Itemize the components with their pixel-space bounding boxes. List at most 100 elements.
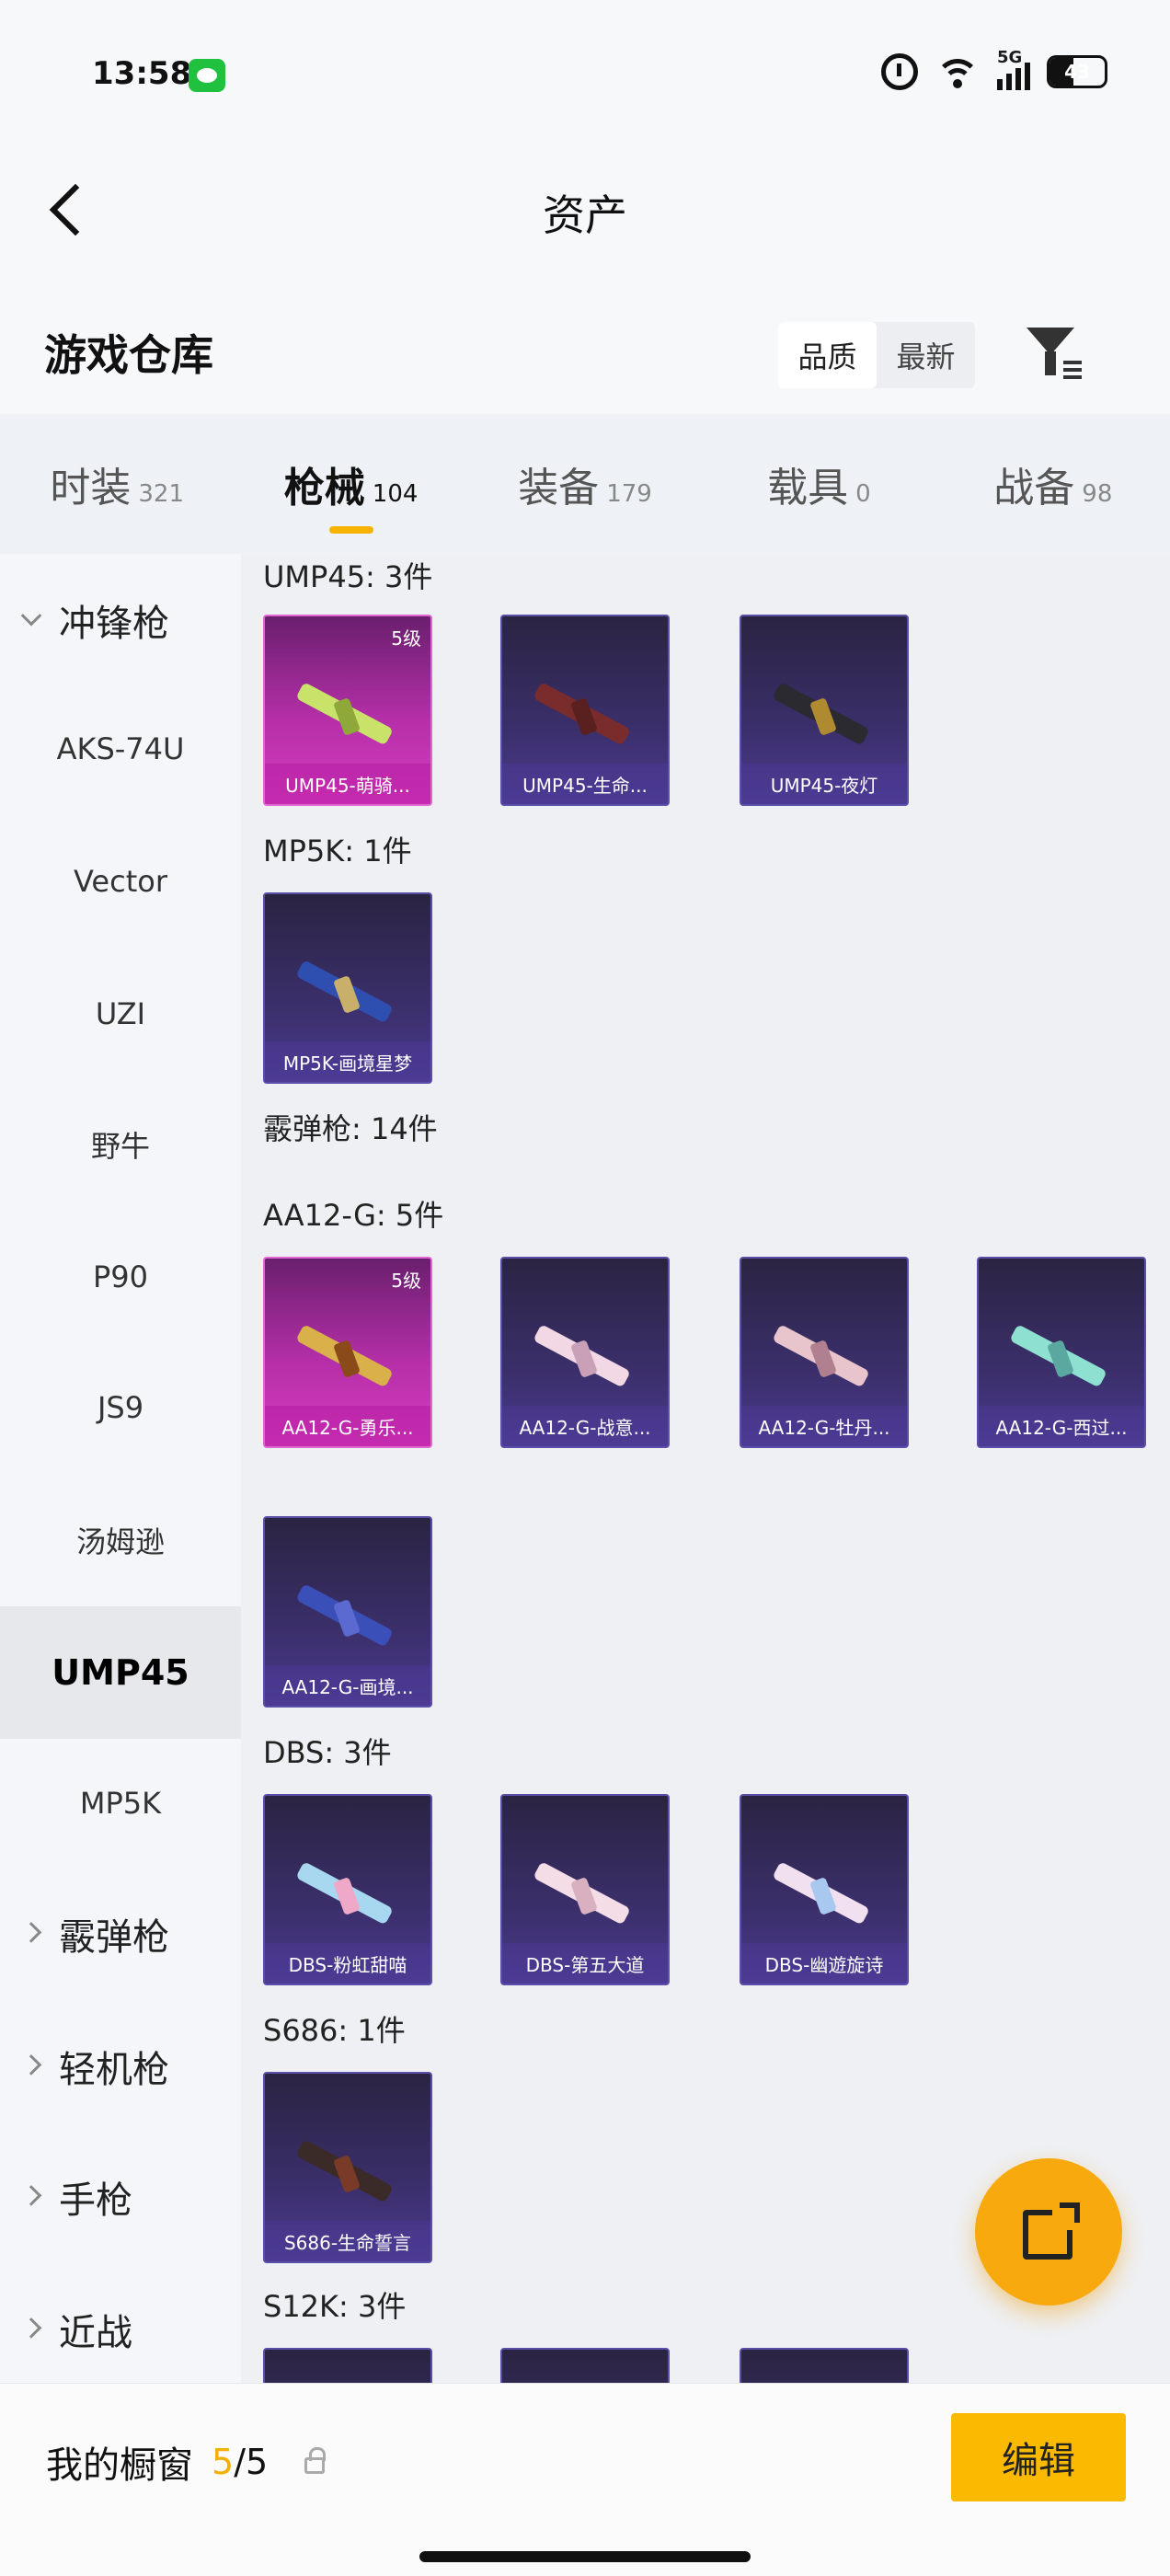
home-indicator: [419, 2551, 751, 2562]
showcase-current: 5: [212, 2442, 235, 2482]
side-item-js9[interactable]: JS9: [0, 1341, 241, 1474]
showcase-label: 我的橱窗: [46, 2444, 193, 2487]
skin-card[interactable]: AA12-G-画境...: [263, 1516, 432, 1708]
side-group-label: 冲锋枪: [59, 603, 169, 645]
tab-fashion[interactable]: 时装 321: [0, 414, 234, 554]
tab-equipment[interactable]: 装备 179: [468, 414, 702, 554]
skin-card[interactable]: MP5K-画境星梦: [263, 892, 432, 1084]
skin-card[interactable]: 5级 AA12-G-勇乐...: [263, 1257, 432, 1448]
tab-active-indicator: [328, 526, 373, 534]
edit-button[interactable]: 编辑: [951, 2413, 1126, 2501]
side-group-smg[interactable]: 冲锋枪: [0, 554, 241, 686]
alarm-icon: [881, 53, 918, 90]
side-item-p90[interactable]: P90: [0, 1211, 241, 1343]
wechat-icon: [189, 59, 225, 92]
section-label: DBS: 3件: [263, 1735, 392, 1770]
filter-icon[interactable]: [1023, 324, 1082, 383]
card-name: DBS-幽遊旋诗: [741, 1943, 907, 1984]
skin-card[interactable]: 5级 UMP45-萌骑...: [263, 615, 432, 806]
side-item-bizon[interactable]: 野牛: [0, 1078, 241, 1211]
side-group-melee[interactable]: 近战: [0, 2263, 241, 2396]
tab-count: 321: [138, 480, 185, 508]
showcase-count: 5/5: [212, 2442, 268, 2482]
gun-image: [291, 1555, 401, 1648]
status-time: 13:58: [92, 55, 192, 92]
card-name: S686-生命誓言: [265, 2221, 430, 2261]
tab-combat-gear[interactable]: 战备 98: [936, 414, 1170, 554]
skin-card[interactable]: S686-生命誓言: [263, 2072, 432, 2263]
side-item-vector[interactable]: Vector: [0, 815, 241, 948]
tab-count: 0: [855, 480, 871, 508]
skin-card[interactable]: AA12-G-牡丹...: [740, 1257, 909, 1448]
card-name: AA12-G-西过...: [979, 1406, 1144, 1446]
status-icons: 5G 43: [881, 48, 1107, 90]
card-name: AA12-G-画境...: [265, 1665, 430, 1706]
weapon-grid: UMP45: 3件 5级 UMP45-萌骑... UMP45-生命... UMP…: [241, 554, 1170, 2383]
skin-card[interactable]: UMP45-生命...: [500, 615, 670, 806]
skin-card[interactable]: DBS-幽遊旋诗: [740, 1794, 909, 1985]
chevron-right-icon: [20, 2054, 42, 2076]
gun-image: [291, 931, 401, 1024]
card-name: MP5K-画境星梦: [265, 1041, 430, 1082]
card-name: UMP45-夜灯: [741, 764, 907, 804]
tab-count: 98: [1082, 480, 1113, 508]
section-label: UMP45: 3件: [263, 559, 433, 594]
skin-card[interactable]: DBS-第五大道: [500, 1794, 670, 1985]
tab-vehicles[interactable]: 载具 0: [702, 414, 935, 554]
section-label: S686: 1件: [263, 2013, 406, 2048]
gun-image: [528, 1295, 638, 1388]
skin-card[interactable]: DBS-粉虹甜喵: [263, 1794, 432, 1985]
gun-image: [767, 1833, 878, 1926]
skin-card[interactable]: [263, 2348, 432, 2383]
skin-card[interactable]: [500, 2348, 670, 2383]
gun-image: [1004, 1295, 1115, 1388]
side-item-aks74u[interactable]: AKS-74U: [0, 683, 241, 815]
card-name: AA12-G-战意...: [502, 1406, 668, 1446]
tab-label: 战备: [993, 465, 1075, 512]
gun-image: [291, 653, 401, 746]
side-item-ump45[interactable]: UMP45: [0, 1606, 241, 1739]
side-group-label: 近战: [59, 2312, 132, 2354]
chevron-right-icon: [20, 2185, 42, 2206]
side-group-lmg[interactable]: 轻机枪: [0, 2000, 241, 2133]
skin-card[interactable]: UMP45-夜灯: [740, 615, 909, 806]
card-name: AA12-G-牡丹...: [741, 1406, 907, 1446]
lock-icon: [304, 2447, 327, 2474]
sort-quality[interactable]: 品质: [778, 322, 877, 388]
skin-card[interactable]: AA12-G-战意...: [500, 1257, 670, 1448]
section-label: AA12-G: 5件: [263, 1198, 444, 1233]
side-item-mp5k[interactable]: MP5K: [0, 1737, 241, 1869]
section-label: S12K: 3件: [263, 2289, 407, 2324]
tab-count: 104: [372, 480, 419, 508]
gun-image: [528, 653, 638, 746]
card-level: 5级: [391, 627, 421, 650]
status-bar: 13:58 5G 43: [0, 0, 1170, 147]
side-group-shotgun[interactable]: 霰弹枪: [0, 1868, 241, 2000]
gun-image: [291, 1833, 401, 1926]
tab-firearms[interactable]: 枪械 104: [234, 414, 467, 554]
wifi-icon: [935, 53, 981, 90]
chevron-right-icon: [20, 2317, 42, 2339]
showcase-info: 我的橱窗 5/5: [46, 2435, 327, 2489]
card-level: 5级: [391, 1270, 421, 1292]
card-name: UMP45-萌骑...: [265, 764, 430, 804]
gun-image: [767, 653, 878, 746]
signal-icon: 5G: [997, 48, 1030, 90]
network-label: 5G: [997, 48, 1023, 67]
card-name: AA12-G-勇乐...: [265, 1406, 430, 1446]
tab-label: 装备: [518, 465, 600, 512]
skin-card[interactable]: AA12-G-西过...: [977, 1257, 1146, 1448]
card-name: DBS-粉虹甜喵: [265, 1943, 430, 1984]
share-fab[interactable]: [975, 2158, 1122, 2306]
tab-count: 179: [606, 480, 652, 508]
card-name: UMP45-生命...: [502, 764, 668, 804]
tab-label: 时装: [50, 465, 132, 512]
bottom-bar: 我的橱窗 5/5 编辑: [0, 2383, 1170, 2576]
tab-label: 枪械: [283, 465, 365, 512]
sort-newest[interactable]: 最新: [877, 322, 975, 388]
side-group-pistol[interactable]: 手枪: [0, 2131, 241, 2263]
skin-card[interactable]: [740, 2348, 909, 2383]
side-item-thompson[interactable]: 汤姆逊: [0, 1474, 241, 1606]
side-item-uzi[interactable]: UZI: [0, 948, 241, 1080]
card-name: DBS-第五大道: [502, 1943, 668, 1984]
